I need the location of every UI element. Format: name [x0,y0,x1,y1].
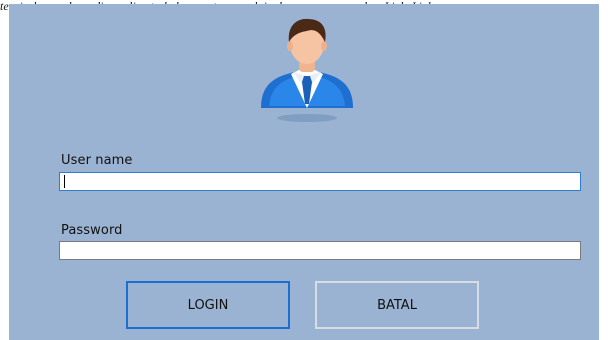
cancel-button[interactable]: BATAL [315,281,479,329]
username-label: User name [61,153,133,168]
password-field[interactable] [59,241,581,260]
login-form: User name Password LOGIN BATAL [9,4,599,340]
username-field[interactable] [59,172,581,191]
user-avatar-icon [261,18,353,122]
text-caret [64,175,65,188]
login-button[interactable]: LOGIN [126,281,290,329]
password-label: Password [61,223,123,238]
